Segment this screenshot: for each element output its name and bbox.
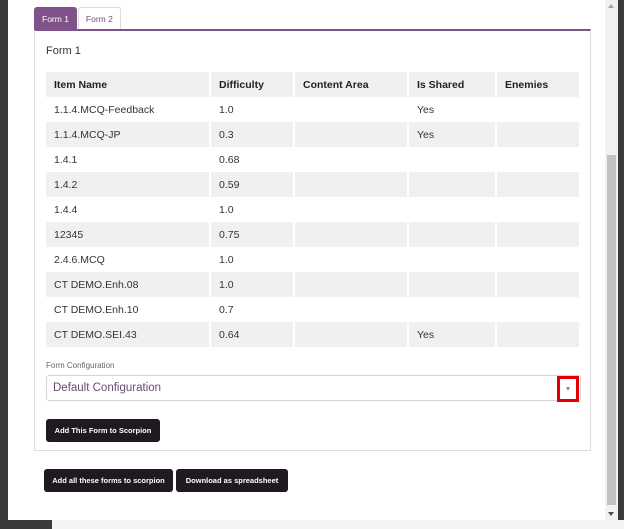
table-cell: 0.3 — [209, 122, 294, 147]
dropdown-toggle[interactable] — [557, 376, 579, 402]
table-cell: Yes — [407, 97, 496, 122]
table-cell — [293, 297, 408, 322]
items-table: Item Name Difficulty Content Area Is Shared… — [46, 72, 579, 347]
table-row: CT DEMO.SEI.43 0.64 Yes — [46, 322, 579, 347]
table-row: CT DEMO.Enh.08 1.0 — [46, 272, 579, 297]
modal: Form 1 Form 2 Form 1 Item Name Difficulty… — [8, 0, 605, 520]
table-cell — [495, 172, 579, 197]
table-cell: 1.4.1 — [54, 153, 78, 166]
table-cell: 1.1.4.MCQ-Feedback — [54, 103, 155, 116]
table-cell: Yes — [407, 122, 496, 147]
table-cell — [293, 322, 408, 347]
table-cell — [407, 222, 496, 247]
table-row: 2.4.6.MCQ 1.0 — [46, 247, 579, 272]
table-cell — [407, 172, 496, 197]
table-cell: 0.64 — [209, 322, 294, 347]
table-row: 1.1.4.MCQ-JP 0.3 Yes — [46, 122, 579, 147]
table-cell — [407, 297, 496, 322]
table-cell — [407, 247, 496, 272]
table-cell: 0.7 — [209, 297, 294, 322]
table-cell: 1.0 — [209, 197, 294, 222]
table-cell — [407, 197, 496, 222]
form-panel: Form 1 Item Name Difficulty Content Area Is… — [34, 29, 591, 451]
add-form-to-scorpion-button[interactable]: Add This Form to Scorpion — [46, 419, 160, 442]
chevron-down-icon — [566, 387, 570, 391]
table-row: 1.4.4 1.0 — [46, 197, 579, 222]
table-row: 1.4.1 0.68 — [46, 147, 579, 172]
table-cell: CT DEMO.Enh.08 — [46, 272, 210, 297]
column-header: Enemies — [495, 72, 579, 97]
table-cell: 1.0 — [209, 247, 294, 272]
arrow-up-icon[interactable] — [608, 4, 614, 8]
column-header: Is Shared — [407, 72, 496, 97]
table-cell: Yes — [407, 322, 496, 347]
table-row: 1.1.4.MCQ-Feedback 1.0 Yes — [46, 97, 579, 122]
column-header: Item Name — [46, 72, 210, 97]
table-cell: 0.59 — [209, 172, 294, 197]
column-header: Difficulty — [209, 72, 294, 97]
table-cell — [407, 272, 496, 297]
table-cell: 1.4.4 — [54, 203, 78, 216]
table-cell — [495, 197, 579, 222]
table-cell — [495, 222, 579, 247]
table-row: CT DEMO.Enh.10 0.7 — [46, 297, 579, 322]
table-cell: 0.75 — [209, 222, 294, 247]
table-cell — [407, 147, 496, 172]
table-cell: 2.4.6.MCQ — [54, 253, 105, 266]
scrollbar[interactable] — [605, 0, 618, 520]
table-cell — [293, 197, 408, 222]
table-cell: CT DEMO.SEI.43 — [46, 322, 210, 347]
table-cell — [293, 172, 408, 197]
table-cell: 1.4.2 — [46, 172, 210, 197]
table-cell — [495, 297, 579, 322]
table-cell — [293, 97, 408, 122]
table-cell: 12345 — [46, 222, 210, 247]
table-cell — [495, 272, 579, 297]
table-cell — [293, 147, 408, 172]
form-configuration-select[interactable]: Default Configuration — [46, 375, 581, 402]
table-cell: 1.0 — [209, 97, 294, 122]
table-cell — [293, 122, 408, 147]
table-cell — [495, 247, 579, 272]
table-header-row: Item Name Difficulty Content Area Is Shared… — [46, 72, 579, 97]
table-cell — [293, 247, 408, 272]
table-row: 12345 0.75 — [46, 222, 579, 247]
arrow-down-icon[interactable] — [608, 512, 614, 516]
page-background-strip — [52, 520, 624, 529]
table-cell: 0.68 — [209, 147, 294, 172]
table-cell: CT DEMO.Enh.10 — [54, 303, 139, 316]
table-cell: 1.1.4.MCQ-JP — [46, 122, 210, 147]
table-cell: 1.0 — [209, 272, 294, 297]
add-all-forms-button[interactable]: Add all these forms to scorpion — [44, 469, 173, 492]
scrollbar-thumb[interactable] — [607, 155, 616, 505]
table-cell — [293, 222, 408, 247]
form-title: Form 1 — [46, 45, 81, 57]
table-row: 1.4.2 0.59 — [46, 172, 579, 197]
form-configuration-label: Form Configuration — [46, 361, 115, 370]
column-header: Content Area — [293, 72, 408, 97]
table-cell — [293, 272, 408, 297]
table-cell — [495, 97, 579, 122]
table-cell — [495, 122, 579, 147]
tab-form-1[interactable]: Form 1 — [34, 7, 77, 29]
form-tabs: Form 1 Form 2 — [34, 7, 122, 29]
table-cell — [495, 147, 579, 172]
download-spreadsheet-button[interactable]: Download as spreadsheet — [176, 469, 288, 492]
table-cell — [495, 322, 579, 347]
form-configuration-value: Default Configuration — [53, 382, 162, 394]
tab-form-2[interactable]: Form 2 — [77, 7, 121, 29]
